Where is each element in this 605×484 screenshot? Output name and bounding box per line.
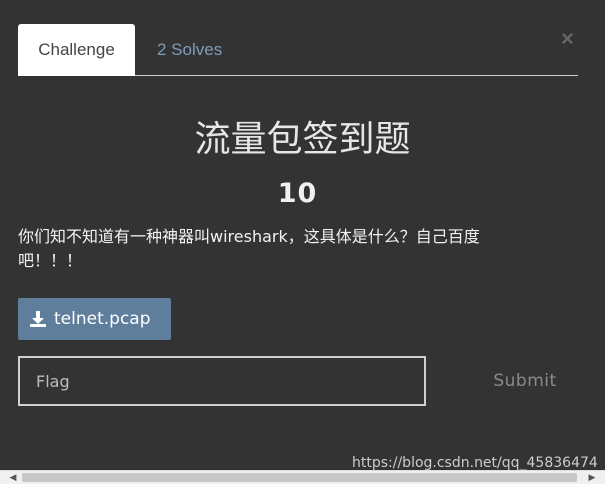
tab-solves[interactable]: 2 Solves xyxy=(157,24,222,76)
scroll-left-icon[interactable]: ◀ xyxy=(6,471,20,484)
challenge-modal: Challenge 2 Solves × 流量包签到题 10 你们知不知道有一种… xyxy=(0,0,605,484)
horizontal-scrollbar[interactable]: ◀ ▶ xyxy=(0,470,605,484)
watermark-url: https://blog.csdn.net/qq_45836474 xyxy=(352,455,598,471)
challenge-title: 流量包签到题 xyxy=(194,119,411,160)
tab-challenge[interactable]: Challenge xyxy=(18,24,135,76)
tab-bar: Challenge 2 Solves xyxy=(18,24,578,76)
challenge-points: 10 xyxy=(277,178,318,209)
scroll-right-icon[interactable]: ▶ xyxy=(585,471,599,484)
download-icon xyxy=(30,311,46,327)
close-icon[interactable]: × xyxy=(561,26,574,52)
flag-input[interactable] xyxy=(18,356,426,406)
challenge-description: 你们知不知道有一种神器叫wireshark，这具体是什么？自己百度吧！！！ xyxy=(18,227,480,270)
file-download-button[interactable]: telnet.pcap xyxy=(18,298,171,340)
scrollbar-thumb[interactable] xyxy=(22,473,577,482)
submit-button[interactable]: Submit xyxy=(470,356,580,406)
file-name: telnet.pcap xyxy=(54,309,151,329)
